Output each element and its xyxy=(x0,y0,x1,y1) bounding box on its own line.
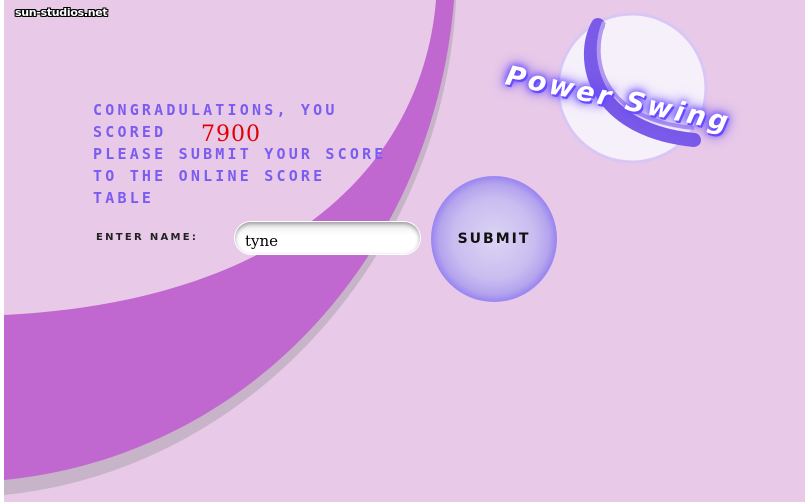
message-line-2: SCORED xyxy=(93,123,167,141)
submit-button[interactable]: SUBMIT xyxy=(431,176,557,302)
message-line-4: TO THE ONLINE SCORE xyxy=(93,167,326,185)
game-screen: sun-studios.net Power Swing CONGRADULATI… xyxy=(4,0,805,502)
message-line-3: PLEASE SUBMIT YOUR SCORE xyxy=(93,145,387,163)
site-credit: sun-studios.net xyxy=(15,6,108,19)
message-line-1: CONGRADULATIONS, YOU xyxy=(93,101,338,119)
name-label: ENTER NAME: xyxy=(96,232,199,243)
score-value: 7900 xyxy=(201,122,261,147)
name-input[interactable] xyxy=(235,222,420,254)
message-line-5: TABLE xyxy=(93,189,155,207)
